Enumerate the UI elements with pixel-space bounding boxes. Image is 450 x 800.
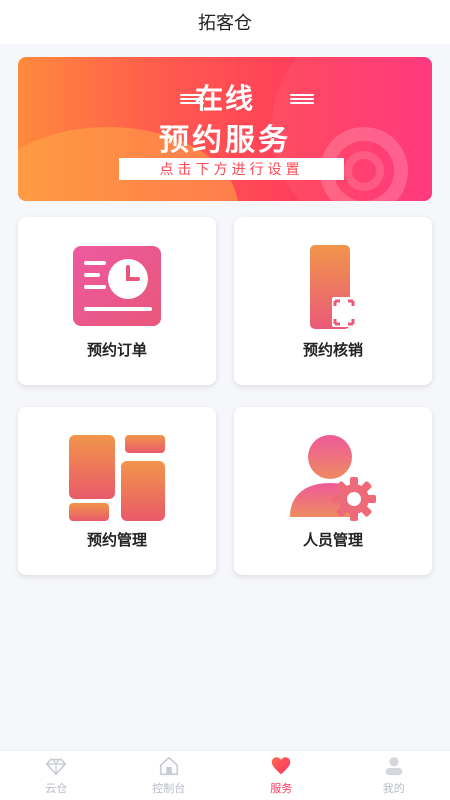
calendar-order-icon — [18, 241, 216, 331]
tab-label: 我的 — [382, 782, 405, 795]
phone-scan-icon — [234, 241, 432, 331]
banner-title-line2: 预约服务 — [159, 123, 291, 158]
home-icon — [159, 756, 178, 776]
user-gear-icon — [234, 431, 432, 521]
tab-label: 云仓 — [45, 782, 68, 795]
card-reservation-verify[interactable]: 预约核销 — [234, 217, 432, 385]
heart-icon — [272, 757, 291, 775]
banner-subtitle: 点击下方进行设置 — [119, 158, 344, 180]
tab-mine[interactable]: 我的 — [338, 751, 450, 800]
tab-label: 控制台 — [152, 782, 186, 795]
card-label: 预约核销 — [302, 341, 363, 359]
card-label: 人员管理 — [302, 531, 363, 549]
banner-title-line1: 在线 — [194, 82, 255, 115]
app-header: 拓客仓 — [0, 0, 450, 44]
card-label: 预约订单 — [86, 341, 147, 359]
tab-console[interactable]: 控制台 — [113, 751, 226, 800]
tab-label: 服务 — [270, 782, 293, 795]
diamond-icon — [46, 758, 67, 776]
card-reservation-orders[interactable]: 预约订单 — [18, 217, 216, 385]
tab-service[interactable]: 服务 — [225, 751, 338, 800]
layout-grid-icon — [18, 431, 216, 521]
card-reservation-manage[interactable]: 预约管理 — [18, 407, 216, 575]
page-title: 拓客仓 — [198, 13, 252, 34]
card-label: 预约管理 — [86, 531, 147, 549]
tab-cloud-warehouse[interactable]: 云仓 — [0, 751, 113, 800]
bottom-tab-bar: 云仓 控制台 服务 我的 — [0, 750, 450, 800]
person-icon — [385, 757, 402, 776]
card-staff-manage[interactable]: 人员管理 — [234, 407, 432, 575]
